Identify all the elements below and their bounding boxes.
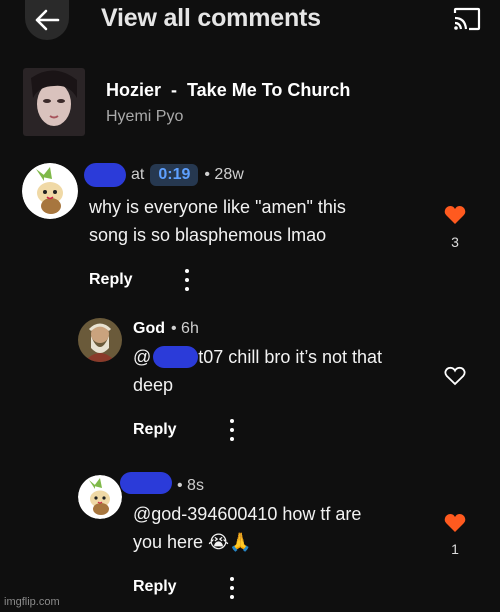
author-name[interactable]: God bbox=[133, 320, 165, 338]
comment-text: @ t07 chill bro it’s not that deep bbox=[133, 343, 382, 399]
kebab-dot bbox=[230, 428, 234, 432]
comment-text: why is everyone like "amen" this song is… bbox=[89, 193, 346, 249]
comment-age: • 6h bbox=[171, 320, 199, 337]
author-prefix: at bbox=[131, 166, 145, 183]
comment-text-line: deep bbox=[133, 375, 174, 395]
reply-button[interactable]: Reply bbox=[89, 271, 133, 289]
kebab-dot bbox=[230, 419, 234, 423]
back-button[interactable] bbox=[25, 0, 69, 40]
comment-meta: at 0:19 • 28w bbox=[131, 164, 244, 186]
redacted-username bbox=[120, 472, 172, 494]
commenter-avatar[interactable] bbox=[78, 318, 122, 362]
video-timestamp-link[interactable]: 0:19 bbox=[150, 164, 199, 186]
kebab-dot bbox=[185, 269, 189, 273]
comment-text: @god-394600410 how tf are you here 😭🙏 bbox=[133, 500, 361, 556]
kebab-dot bbox=[185, 278, 189, 282]
comment-text-line: you here 😭🙏 bbox=[133, 532, 252, 552]
comment-text-line: @ t07 chill bro it’s not that bbox=[133, 343, 382, 371]
mention-rest: t07 chill bro it’s not that bbox=[198, 347, 383, 367]
commenter-avatar[interactable] bbox=[78, 475, 122, 519]
redacted-mention bbox=[153, 346, 199, 368]
reply-button[interactable]: Reply bbox=[133, 578, 177, 596]
comment-text-line: why is everyone like "amen" this bbox=[89, 197, 346, 217]
video-title[interactable]: Hozier - Take Me To Church bbox=[106, 80, 350, 101]
like-button[interactable] bbox=[444, 513, 466, 538]
heart-outline-icon bbox=[444, 366, 466, 386]
comment-text-line: song is so blasphemous lmao bbox=[89, 225, 327, 245]
comment-age: • 8s bbox=[177, 477, 204, 494]
comment-meta: God • 6h bbox=[133, 320, 199, 338]
mention-prefix: @ bbox=[133, 347, 152, 367]
like-button[interactable] bbox=[444, 366, 466, 391]
more-options-button[interactable] bbox=[177, 267, 197, 293]
comment-age: • 28w bbox=[204, 166, 244, 183]
kebab-dot bbox=[185, 287, 189, 291]
comment-meta: • 8s bbox=[177, 477, 204, 495]
comment-text-line: @god-394600410 how tf are bbox=[133, 504, 362, 524]
commenter-avatar[interactable] bbox=[22, 163, 78, 219]
reply-button[interactable]: Reply bbox=[133, 421, 177, 439]
more-options-button[interactable] bbox=[222, 575, 242, 601]
redacted-username bbox=[84, 163, 126, 187]
heart-filled-icon bbox=[444, 514, 466, 532]
kebab-dot bbox=[230, 586, 234, 590]
more-options-button[interactable] bbox=[222, 417, 242, 443]
kebab-dot bbox=[230, 577, 234, 581]
kebab-dot bbox=[230, 595, 234, 599]
like-count: 3 bbox=[451, 234, 459, 250]
heart-filled-icon bbox=[444, 206, 466, 224]
cast-icon bbox=[453, 7, 481, 31]
cast-button[interactable] bbox=[452, 6, 482, 32]
like-button[interactable] bbox=[444, 205, 466, 230]
kebab-dot bbox=[230, 437, 234, 441]
page-title: View all comments bbox=[101, 4, 321, 32]
arrow-left-icon bbox=[35, 9, 60, 31]
video-thumbnail[interactable] bbox=[23, 68, 85, 136]
watermark: imgflip.com bbox=[4, 596, 60, 608]
video-channel-name[interactable]: Hyemi Pyo bbox=[106, 108, 183, 126]
like-count: 1 bbox=[451, 541, 459, 557]
